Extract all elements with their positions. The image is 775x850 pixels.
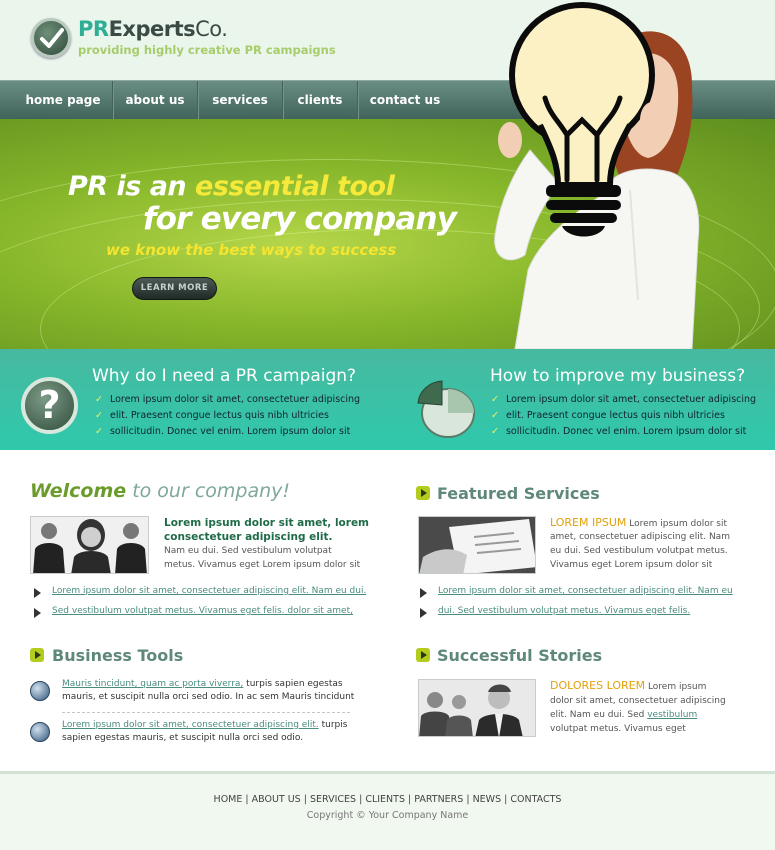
welcome-link[interactable]: Lorem ipsum dolor sit amet, consectetuer… <box>52 586 366 596</box>
arrow-bullet-icon <box>420 608 430 618</box>
welcome-link[interactable]: Sed vestibulum volutpat metus. Vivamus e… <box>52 606 353 616</box>
featured-services-title: Featured Services <box>437 484 600 503</box>
brand-pr: PR <box>78 17 109 41</box>
stories-text: elit. Nam eu dui. Sed vestibulum <box>550 710 698 720</box>
strip-left-bullet: ✓ sollicitudin. Donec vel enim. Lorem ips… <box>95 426 351 437</box>
featured-text: LOREM IPSUM Lorem ipsum dolor sit <box>550 516 728 529</box>
footer-link-home[interactable]: HOME <box>214 794 243 805</box>
arrow-bullet-icon <box>420 588 430 598</box>
tool-text: mauris, et suscipit nulla orci sed odio.… <box>62 692 355 702</box>
footer-separator: | <box>463 794 473 805</box>
site-header: PRExpertsCo. providing highly creative P… <box>0 0 775 80</box>
footer-link-partners[interactable]: PARTNERS <box>414 794 463 805</box>
stories-text: volutpat metus. Vivamus eget <box>550 724 686 734</box>
nav-divider <box>282 81 284 120</box>
brand-name[interactable]: PRExpertsCo. <box>78 17 228 41</box>
nav-home-page[interactable]: home page <box>18 81 108 120</box>
globe-icon <box>30 681 50 701</box>
hero-headline-1: PR is an essential tool <box>68 171 395 202</box>
question-mark-icon: ? <box>21 377 78 434</box>
businessman-photo <box>418 679 536 737</box>
checkmark-icon: ✓ <box>491 410 499 421</box>
strip-right-title: How to improve my business? <box>490 366 746 386</box>
featured-text: Vivamus eget Lorem ipsum dolor sit <box>550 560 713 570</box>
footer-separator: | <box>501 794 511 805</box>
hero-headline-2: for every company <box>143 201 457 237</box>
nav-clients[interactable]: clients <box>285 81 355 120</box>
nav-divider <box>357 81 359 120</box>
footer-link-contacts[interactable]: CONTACTS <box>510 794 561 805</box>
brand-co: Co. <box>195 17 228 41</box>
tool-text: Mauris tincidunt, quam ac porta viverra,… <box>62 679 343 689</box>
footer-separator: | <box>300 794 310 805</box>
footer-link-about-us[interactable]: ABOUT US <box>252 794 301 805</box>
copyright: Copyright © Your Company Name <box>306 810 469 821</box>
tool-text: Lorem ipsum dolor sit amet, consectetuer… <box>62 720 348 730</box>
featured-link[interactable]: dui. Sed vestibulum volutpat metus. Viva… <box>438 606 690 616</box>
footer-nav: HOME | ABOUT US | SERVICES | CLIENTS | P… <box>0 794 775 805</box>
featured-link[interactable]: Lorem ipsum dolor sit amet, consectetuer… <box>438 586 733 596</box>
nav-contact-us[interactable]: contact us <box>360 81 450 120</box>
hero-banner: PR is an essential tool for every compan… <box>0 119 775 349</box>
successful-stories-title: Successful Stories <box>437 646 603 665</box>
business-tools-title: Business Tools <box>52 646 184 665</box>
pie-chart-icon <box>417 380 475 438</box>
checkmark-icon: ✓ <box>95 410 103 421</box>
welcome-text: Nam eu dui. Sed vestibulum volutpat <box>164 546 332 556</box>
checkmark-icon: ✓ <box>95 394 103 405</box>
nav-services[interactable]: services <box>200 81 280 120</box>
arrow-right-icon <box>416 486 430 500</box>
divider <box>62 712 350 713</box>
footer-separator: | <box>242 794 252 805</box>
brand-tagline: providing highly creative PR campaigns <box>78 43 336 57</box>
featured-text: eu dui. Sed vestibulum volutpat metus. <box>550 546 728 556</box>
checkmark-logo-icon[interactable] <box>31 18 71 58</box>
nav-divider <box>112 81 114 120</box>
documents-photo <box>418 516 536 574</box>
stories-text: dolor sit amet, consectetuer adipiscing <box>550 696 726 706</box>
arrow-bullet-icon <box>34 588 44 598</box>
checkmark-icon: ✓ <box>491 394 499 405</box>
strip-right-bullet: ✓ elit. Praesent congue lectus quis nibh … <box>491 410 725 421</box>
strip-right-bullet: ✓ Lorem ipsum dolor sit amet, consectetue… <box>491 394 757 405</box>
featured-text: amet, consectetuer adipiscing elit. Nam <box>550 532 730 542</box>
nav-divider <box>197 81 199 120</box>
footer-separator: | <box>356 794 366 805</box>
nav-about-us[interactable]: about us <box>115 81 195 120</box>
strip-right-bullet: ✓ sollicitudin. Donec vel enim. Lorem ips… <box>491 426 747 437</box>
strip-left-title: Why do I need a PR campaign? <box>92 366 357 386</box>
team-photo <box>30 516 149 574</box>
footer-link-news[interactable]: NEWS <box>473 794 502 805</box>
checkmark-icon: ✓ <box>491 426 499 437</box>
stories-text: DOLORES LOREM Lorem ipsum <box>550 679 707 692</box>
tool-link[interactable]: Lorem ipsum dolor sit amet, consectetuer… <box>62 720 319 730</box>
globe-icon <box>30 722 50 742</box>
stories-link[interactable]: vestibulum <box>647 710 697 720</box>
tool-text: sapien egestas mauris, et suscipit nulla… <box>62 733 304 743</box>
strip-left-bullet: ✓ Lorem ipsum dolor sit amet, consectetue… <box>95 394 361 405</box>
welcome-text: metus. Vivamus eget Lorem ipsum dolor si… <box>164 560 361 570</box>
hero-subheadline: we know the best ways to success <box>106 241 397 259</box>
footer-separator: | <box>404 794 415 805</box>
footer-link-clients[interactable]: CLIENTS <box>365 794 405 805</box>
arrow-bullet-icon <box>34 608 44 618</box>
footer-link-services[interactable]: SERVICES <box>310 794 356 805</box>
welcome-strong-line: Lorem ipsum dolor sit amet, lorem <box>164 517 370 529</box>
brand-experts: Experts <box>108 17 196 41</box>
tool-link[interactable]: Mauris tincidunt, quam ac porta viverra, <box>62 679 243 689</box>
site-footer: HOME | ABOUT US | SERVICES | CLIENTS | P… <box>0 771 775 850</box>
strip-left-bullet: ✓ elit. Praesent congue lectus quis nibh … <box>95 410 329 421</box>
arrow-right-icon <box>30 648 44 662</box>
checkmark-icon: ✓ <box>95 426 103 437</box>
learn-more-button[interactable]: LEARN MORE <box>132 277 217 300</box>
main-nav: home page about us services clients cont… <box>0 80 775 120</box>
welcome-heading: Welcome to our company! <box>30 480 291 502</box>
arrow-right-icon <box>416 648 430 662</box>
welcome-strong-line: consectetuer adipiscing elit. <box>164 531 333 543</box>
